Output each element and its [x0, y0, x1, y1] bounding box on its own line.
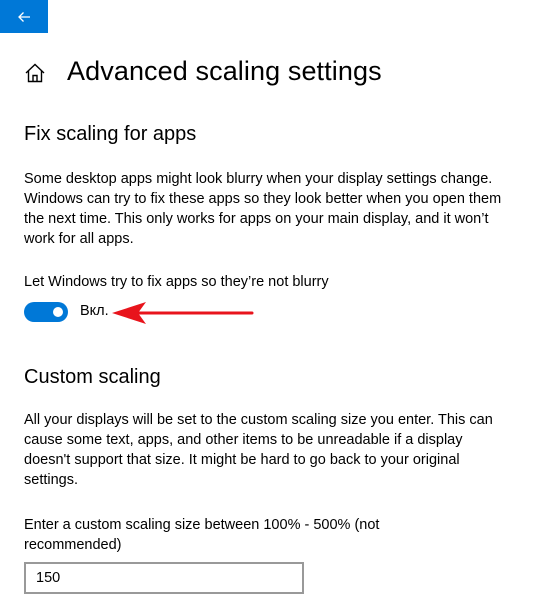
toggle-knob: [53, 307, 63, 317]
fix-apps-toggle[interactable]: [24, 302, 68, 322]
home-icon[interactable]: [24, 62, 46, 84]
scaling-input-label: Enter a custom scaling size between 100%…: [24, 517, 380, 553]
arrow-left-icon: [18, 11, 30, 22]
custom-scaling-input[interactable]: [24, 562, 304, 594]
toggle-state-text: Вкл.: [80, 303, 109, 319]
fix-scaling-description: Some desktop apps might look blurry when…: [24, 171, 502, 247]
custom-scaling-description: All your displays will be set to the cus…: [24, 412, 493, 488]
fix-apps-toggle-label: Let Windows try to fix apps so they’re n…: [24, 274, 329, 290]
page-title: Advanced scaling settings: [67, 56, 382, 86]
annotation-arrow-icon: [112, 302, 254, 324]
custom-scaling-heading: Custom scaling: [24, 366, 161, 388]
fix-scaling-heading: Fix scaling for apps: [24, 123, 197, 145]
back-button[interactable]: [0, 0, 48, 33]
